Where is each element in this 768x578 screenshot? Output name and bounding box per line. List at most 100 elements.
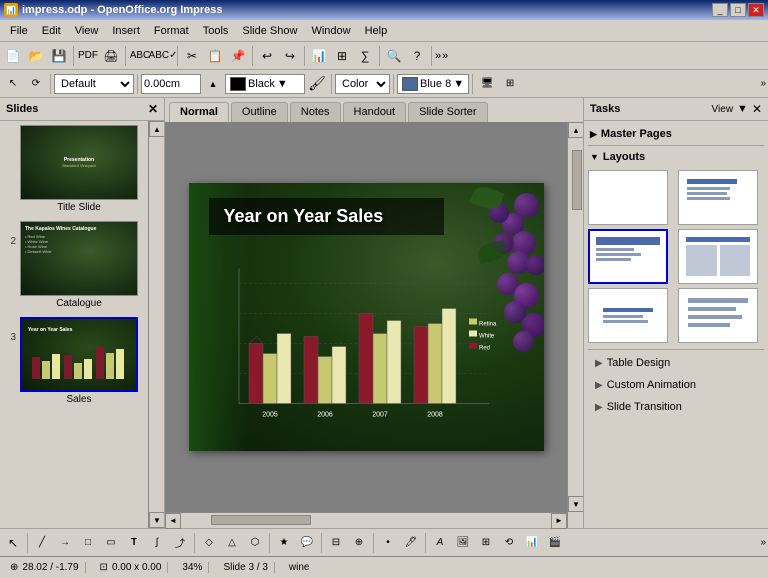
- scroll-up-arrow[interactable]: ▲: [149, 121, 164, 137]
- eyedropper-tool[interactable]: 🖊: [400, 532, 422, 554]
- menu-slideshow[interactable]: Slide Show: [236, 23, 303, 39]
- menu-tools[interactable]: Tools: [197, 23, 235, 39]
- section-layouts[interactable]: ▼ Layouts: [588, 148, 764, 166]
- menu-view[interactable]: View: [69, 23, 105, 39]
- shadow-tool[interactable]: ⊟: [325, 532, 347, 554]
- redo-button[interactable]: ↪: [279, 45, 301, 67]
- layout-title-bar[interactable]: [588, 229, 668, 284]
- slide-item-3[interactable]: 3 Year on Year Sales: [4, 317, 144, 405]
- size-up-button[interactable]: ▲: [202, 73, 224, 95]
- display-button[interactable]: 🖥: [476, 73, 498, 95]
- lines-tool[interactable]: ⤴: [169, 532, 191, 554]
- close-button[interactable]: ✕: [748, 3, 764, 17]
- save-button[interactable]: 💾: [48, 45, 70, 67]
- help-button[interactable]: ?: [406, 45, 428, 67]
- line-tool[interactable]: ╱: [31, 532, 53, 554]
- open-button[interactable]: 📂: [25, 45, 47, 67]
- canvas-vscroll[interactable]: ▲ ▼: [567, 122, 583, 512]
- cut-button[interactable]: ✂: [181, 45, 203, 67]
- toolbar-expand-right[interactable]: »: [760, 537, 766, 548]
- scroll-down-arrow[interactable]: ▼: [149, 512, 164, 528]
- slide-thumb-2[interactable]: The Kapalos Wines Catalogue • Red Wine •…: [20, 221, 138, 296]
- menu-file[interactable]: File: [4, 23, 34, 39]
- color-picker-button[interactable]: 🖌: [306, 73, 328, 95]
- tasks-controls[interactable]: View ▼ ✕: [712, 102, 762, 116]
- spellcheck2-button[interactable]: ABC✓: [152, 45, 174, 67]
- shapes2-tool[interactable]: △: [221, 532, 243, 554]
- tasks-view-button[interactable]: View: [712, 104, 734, 115]
- select-mode-button[interactable]: ↖: [2, 73, 24, 95]
- canvas-hscroll[interactable]: ◄ ►: [165, 512, 567, 528]
- section-custom-animation[interactable]: ▶ Custom Animation: [588, 374, 764, 396]
- shapes-tool[interactable]: ◇: [198, 532, 220, 554]
- zoom-tool[interactable]: ⊕: [348, 532, 370, 554]
- select-tool[interactable]: ↖: [2, 532, 24, 554]
- slide-item-1[interactable]: Presentation Blackbird Vineyard Title Sl…: [4, 125, 144, 213]
- copy-button[interactable]: 📋: [204, 45, 226, 67]
- roundrect-tool[interactable]: ▭: [100, 532, 122, 554]
- color-type-select[interactable]: Color: [335, 74, 390, 94]
- vscroll-up[interactable]: ▲: [568, 122, 584, 138]
- stars-tool[interactable]: ★: [273, 532, 295, 554]
- export-pdf-button[interactable]: PDF: [77, 45, 99, 67]
- callout-tool[interactable]: 💬: [296, 532, 318, 554]
- slide-thumb-3[interactable]: Year on Year Sales: [20, 317, 138, 392]
- tab-normal[interactable]: Normal: [169, 102, 229, 122]
- new-button[interactable]: 📄: [2, 45, 24, 67]
- slides-close-button[interactable]: ✕: [148, 102, 158, 116]
- window-controls[interactable]: _ □ ✕: [712, 3, 764, 17]
- arrow-tool[interactable]: →: [54, 532, 76, 554]
- formula-button[interactable]: ∑: [354, 45, 376, 67]
- vscroll-thumb[interactable]: [572, 150, 582, 210]
- extra-button[interactable]: ⊞: [499, 73, 521, 95]
- section-slide-transition[interactable]: ▶ Slide Transition: [588, 396, 764, 418]
- insert-tool[interactable]: ⟲: [498, 532, 520, 554]
- zoom-button[interactable]: 🔍: [383, 45, 405, 67]
- tasks-close-button[interactable]: ✕: [752, 102, 762, 116]
- minimize-button[interactable]: _: [712, 3, 728, 17]
- style-select[interactable]: Default: [54, 74, 134, 94]
- tab-notes[interactable]: Notes: [290, 102, 341, 122]
- hscroll-right[interactable]: ►: [551, 513, 567, 529]
- table-button[interactable]: ⊞: [331, 45, 353, 67]
- fontwork-tool[interactable]: A: [429, 532, 451, 554]
- layout-blank[interactable]: [588, 170, 668, 225]
- chart-button[interactable]: 📊: [308, 45, 330, 67]
- image-tool[interactable]: 🖼: [452, 532, 474, 554]
- size-input[interactable]: [141, 74, 201, 94]
- layout-two-col[interactable]: [678, 229, 758, 284]
- maximize-button[interactable]: □: [730, 3, 746, 17]
- color2-dropdown-arrow[interactable]: ▼: [453, 78, 464, 90]
- slides-scroll[interactable]: Presentation Blackbird Vineyard Title Sl…: [0, 121, 148, 528]
- hscroll-left[interactable]: ◄: [165, 513, 181, 529]
- point-tool[interactable]: •: [377, 532, 399, 554]
- movie-tool[interactable]: 🎬: [544, 532, 566, 554]
- layout-title-content[interactable]: [678, 170, 758, 225]
- slide-canvas[interactable]: Year on Year Sales: [165, 122, 567, 512]
- text-tool[interactable]: T: [123, 532, 145, 554]
- tab-slide-sorter[interactable]: Slide Sorter: [408, 102, 487, 122]
- curve-tool[interactable]: ∫: [146, 532, 168, 554]
- layout-centered[interactable]: [588, 288, 668, 343]
- color-dropdown-arrow[interactable]: ▼: [277, 78, 288, 90]
- slides-scrollbar[interactable]: ▲ ▼: [148, 121, 164, 528]
- rotate-button[interactable]: ⟳: [25, 73, 47, 95]
- tab-handout[interactable]: Handout: [343, 102, 407, 122]
- section-table-design[interactable]: ▶ Table Design: [588, 352, 764, 374]
- rect-tool[interactable]: □: [77, 532, 99, 554]
- table-tool[interactable]: ⊞: [475, 532, 497, 554]
- vscroll-down[interactable]: ▼: [568, 496, 584, 512]
- hscroll-thumb[interactable]: [211, 515, 311, 525]
- color-selector[interactable]: Black ▼: [225, 74, 305, 94]
- toolbar-expand[interactable]: »: [760, 78, 766, 89]
- slide-thumb-1[interactable]: Presentation Blackbird Vineyard: [20, 125, 138, 200]
- menu-format[interactable]: Format: [148, 23, 195, 39]
- tab-outline[interactable]: Outline: [231, 102, 288, 122]
- flowchart-tool[interactable]: ⬡: [244, 532, 266, 554]
- layout-lines[interactable]: [678, 288, 758, 343]
- print-button[interactable]: 🖨: [100, 45, 122, 67]
- menu-help[interactable]: Help: [359, 23, 394, 39]
- chart-tool[interactable]: 📊: [521, 532, 543, 554]
- menu-window[interactable]: Window: [305, 23, 356, 39]
- undo-button[interactable]: ↩: [256, 45, 278, 67]
